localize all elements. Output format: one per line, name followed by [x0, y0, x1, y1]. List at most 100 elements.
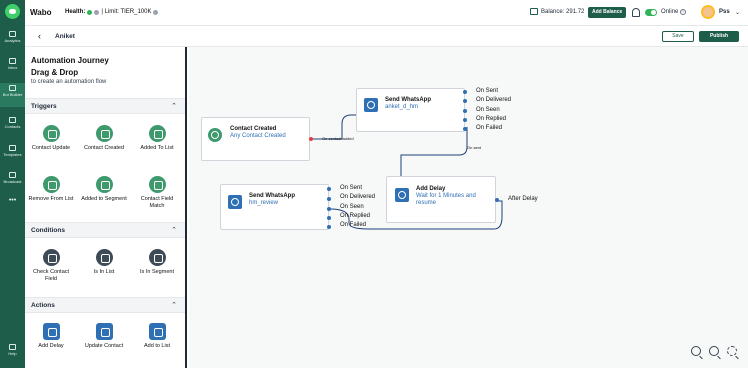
automation-palette: Automation Journey Drag & Drop to create…	[25, 47, 187, 368]
edge-label: On contact added	[322, 136, 354, 141]
sidebar-item-inbox[interactable]: Inbox	[0, 58, 25, 70]
publish-button[interactable]: Publish	[699, 31, 739, 42]
condition-check-contact-field[interactable]: Check Contact Field	[27, 249, 75, 283]
tile-label: Update Contact	[84, 343, 124, 349]
sidebar-item-help[interactable]: Help	[0, 344, 25, 356]
chart-icon	[9, 31, 16, 37]
flow-name: Aniket	[55, 33, 75, 40]
avatar[interactable]	[701, 5, 715, 19]
port-on-replied[interactable]	[327, 216, 331, 220]
port-after-delay[interactable]	[495, 198, 499, 202]
inbox-icon	[9, 58, 16, 64]
port-on-failed[interactable]	[463, 127, 467, 131]
port-on-sent[interactable]	[463, 90, 467, 94]
bell-icon[interactable]	[632, 8, 640, 17]
node-title: Send WhatsApp	[249, 193, 295, 199]
tile-label: Added To List	[140, 145, 174, 151]
balance-display: Balance: 291.72	[530, 8, 584, 15]
wabo-logo-icon[interactable]	[5, 4, 20, 19]
segment-icon	[148, 249, 166, 266]
sidebar-item-analytics[interactable]: Analytics	[0, 31, 25, 43]
reset-view-icon[interactable]	[727, 346, 737, 356]
chevron-down-icon[interactable]: ⌄	[735, 9, 740, 16]
condition-is-in-list[interactable]: Is In List	[80, 249, 128, 276]
wallet-icon	[530, 8, 538, 15]
option-label: On Seen	[340, 204, 364, 210]
sidebar-item-templates[interactable]: Templates	[0, 145, 25, 157]
online-toggle[interactable]	[645, 9, 657, 16]
port-on-delivered[interactable]	[327, 197, 331, 201]
sidebar-item-more[interactable]: •••	[0, 197, 25, 204]
sidebar-item-bot-builder[interactable]: Bot Builder	[0, 83, 25, 107]
broadcast-icon	[9, 172, 16, 178]
node-subtitle: Wait for 1 Minutes and resume	[416, 193, 476, 206]
help-circle-icon[interactable]: ?	[680, 9, 686, 15]
tile-label: Contact Created	[83, 145, 125, 151]
action-add-delay[interactable]: Add Delay	[27, 323, 75, 350]
sidebar-item-label: Analytics	[4, 38, 21, 43]
zoom-out-icon[interactable]	[709, 346, 719, 356]
tile-label: Check Contact Field	[32, 269, 70, 282]
add-balance-button[interactable]: Add Balance	[588, 7, 627, 18]
chevron-up-icon[interactable]: ⌃	[171, 226, 177, 234]
flow-canvas[interactable]: Contact Created Any Contact Created On c…	[189, 47, 748, 368]
node-subtitle: hm_review	[249, 200, 279, 206]
brand-name: Wabo	[30, 8, 52, 17]
node-subtitle: anket_d_hm	[385, 104, 419, 110]
zoom-in-icon[interactable]	[691, 346, 701, 356]
trigger-remove-from-list[interactable]: Remove From List	[27, 176, 75, 203]
trigger-contact-created[interactable]: Contact Created	[80, 125, 128, 152]
port-on-failed[interactable]	[327, 225, 331, 229]
field-match-icon	[148, 176, 166, 193]
sidebar-item-contacts[interactable]: Contacts	[0, 117, 25, 129]
sidebar-item-label: Inbox	[7, 65, 18, 70]
node-send-whatsapp-2[interactable]: Send WhatsApp hm_review	[220, 184, 329, 230]
list-add-icon	[148, 323, 166, 340]
section-title: Triggers	[31, 103, 57, 110]
chevron-up-icon[interactable]: ⌃	[171, 102, 177, 110]
tile-label: Is In List	[93, 269, 115, 275]
node-add-delay[interactable]: Add Delay Wait for 1 Minutes and resume	[386, 176, 496, 223]
chevron-up-icon[interactable]: ⌃	[171, 301, 177, 309]
sidebar-item-label: Templates	[3, 152, 22, 157]
remove-list-icon	[42, 176, 60, 193]
action-add-to-list[interactable]: Add to List	[133, 323, 181, 350]
more-icon: •••	[8, 197, 17, 204]
node-contact-created[interactable]: Contact Created Any Contact Created	[201, 117, 310, 161]
actions-section-header[interactable]: Actions ⌃	[25, 297, 185, 313]
section-title: Actions	[31, 302, 55, 309]
trigger-contact-field-match[interactable]: Contact Field Match	[133, 176, 181, 210]
clock-icon	[395, 188, 409, 202]
condition-is-in-segment[interactable]: Is In Segment	[133, 249, 181, 276]
trigger-added-to-list[interactable]: Added To List	[133, 125, 181, 152]
nav-rail: Analytics Inbox Bot Builder Contacts Tem…	[0, 0, 25, 368]
username[interactable]: Pss	[719, 9, 730, 15]
tile-label: Add Delay	[38, 343, 64, 349]
port-on-seen[interactable]	[463, 109, 467, 113]
trigger-added-to-segment[interactable]: Added to Segment	[80, 176, 128, 203]
panel-title: Automation Journey	[31, 56, 109, 65]
check-field-icon	[42, 249, 60, 266]
health-indicator: Health: | Limit: TIER_100K	[65, 9, 159, 15]
node-output-port[interactable]	[309, 137, 313, 141]
port-on-sent[interactable]	[327, 187, 331, 191]
conditions-section-header[interactable]: Conditions ⌃	[25, 222, 185, 238]
contact-created-icon	[95, 125, 113, 142]
top-bar: Wabo Health: | Limit: TIER_100K Balance:…	[25, 0, 748, 26]
port-on-seen[interactable]	[327, 207, 331, 211]
port-on-replied[interactable]	[463, 118, 467, 122]
option-label: On Replied	[476, 116, 507, 122]
list-icon	[148, 125, 166, 142]
tile-label: Add to List	[144, 343, 170, 349]
trigger-contact-update[interactable]: Contact Update	[27, 125, 75, 152]
sidebar-item-broadcast[interactable]: Broadcast	[0, 172, 25, 184]
sidebar-item-label: Bot Builder	[2, 92, 23, 97]
contacts-icon	[9, 117, 16, 123]
back-arrow-icon[interactable]: ‹	[38, 31, 41, 41]
node-send-whatsapp-1[interactable]: Send WhatsApp anket_d_hm	[356, 88, 465, 132]
option-label: On Replied	[340, 213, 371, 219]
action-update-contact[interactable]: Update Contact	[80, 323, 128, 350]
triggers-section-header[interactable]: Triggers ⌃	[25, 98, 185, 114]
save-button[interactable]: Save	[662, 31, 694, 42]
port-on-delivered[interactable]	[463, 99, 467, 103]
